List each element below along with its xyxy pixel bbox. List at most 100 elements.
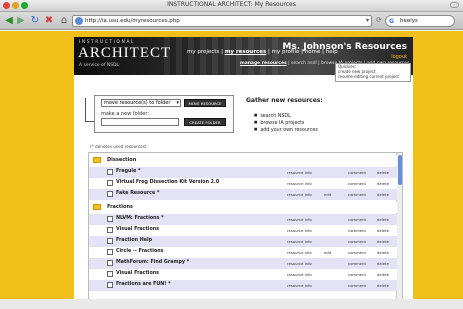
delete-link[interactable]: delete bbox=[377, 250, 389, 255]
folder-row-dissection[interactable]: Dissection bbox=[89, 155, 397, 166]
address-bar[interactable]: http://ia.usu.edu/myresources.php ▾ bbox=[72, 15, 372, 27]
resource-info-link[interactable]: resource info bbox=[287, 228, 312, 233]
resource-info-link[interactable]: resource info bbox=[287, 239, 312, 244]
gather-search-nsdl[interactable]: search NSDL bbox=[254, 113, 318, 120]
table-row: Fregule * resource info comment delete bbox=[89, 167, 397, 178]
delete-link[interactable]: delete bbox=[377, 228, 389, 233]
resource-title[interactable]: Circle -- Fractions bbox=[116, 249, 164, 254]
gather-add-own[interactable]: add your own resources bbox=[254, 127, 318, 134]
site-logo[interactable]: ARCHITECT bbox=[78, 45, 171, 62]
resource-title[interactable]: NLVM: Fractions * bbox=[116, 216, 164, 221]
comment-link[interactable]: comment bbox=[348, 217, 366, 222]
resource-title[interactable]: Fractions are FUN! * bbox=[116, 282, 171, 287]
edit-link[interactable]: edit bbox=[324, 192, 331, 197]
nav-my-projects[interactable]: my projects bbox=[187, 49, 219, 55]
row-checkbox[interactable] bbox=[107, 216, 113, 222]
folder-icon bbox=[93, 157, 101, 163]
edit-link[interactable]: edit bbox=[324, 250, 331, 255]
new-folder-input[interactable] bbox=[101, 118, 179, 126]
home-icon[interactable]: ⌂ bbox=[58, 15, 70, 27]
window-titlebar: INSTRUCTIONAL ARCHITECT: My Resources bbox=[0, 0, 463, 12]
resource-info-link[interactable]: resource info bbox=[287, 181, 312, 186]
delete-link[interactable]: delete bbox=[377, 170, 389, 175]
comment-link[interactable]: comment bbox=[348, 250, 366, 255]
delete-link[interactable]: delete bbox=[377, 239, 389, 244]
delete-link[interactable]: delete bbox=[377, 192, 389, 197]
resource-info-link[interactable]: resource info bbox=[287, 272, 312, 277]
quickies-item-resume[interactable]: resume editing current project bbox=[338, 74, 408, 80]
row-checkbox[interactable] bbox=[107, 238, 113, 244]
resource-info-link[interactable]: resource info bbox=[287, 217, 312, 222]
back-arrow-icon[interactable]: ◀ bbox=[3, 15, 15, 27]
folder-row-fractions[interactable]: Fractions bbox=[89, 202, 397, 213]
comment-link[interactable]: comment bbox=[348, 283, 366, 288]
go-icon[interactable]: ⟳ bbox=[376, 16, 382, 24]
move-folder-select[interactable]: move resource(s) to folder ▾ bbox=[101, 99, 181, 107]
address-text: http://ia.usu.edu/myresources.php bbox=[85, 18, 180, 24]
resource-title[interactable]: Fregule * bbox=[116, 169, 141, 174]
delete-link[interactable]: delete bbox=[377, 217, 389, 222]
page-content: INSTRUCTIONAL ARCHITECT A service of NSD… bbox=[74, 37, 413, 305]
subnav-manage-resources[interactable]: manage resources bbox=[240, 61, 287, 66]
nav-my-resources[interactable]: my resources bbox=[225, 49, 267, 55]
comment-link[interactable]: comment bbox=[348, 261, 366, 266]
table-row: NLVM: Fractions * resource info comment … bbox=[89, 214, 397, 225]
folder-icon bbox=[93, 204, 101, 210]
comment-link[interactable]: comment bbox=[348, 192, 366, 197]
comment-link[interactable]: comment bbox=[348, 272, 366, 277]
resource-info-link[interactable]: resource info bbox=[287, 192, 312, 197]
delete-link[interactable]: delete bbox=[377, 261, 389, 266]
table-row: Circle -- Fractions resource info edit c… bbox=[89, 247, 397, 258]
row-checkbox[interactable] bbox=[107, 249, 113, 255]
move-resource-button[interactable]: MOVE RESOURCE bbox=[184, 99, 226, 107]
reload-icon[interactable]: ↻ bbox=[29, 15, 41, 27]
subnav-search-nsdl[interactable]: search nsdl bbox=[291, 61, 317, 66]
table-row: Fraction Help resource info comment dele… bbox=[89, 236, 397, 247]
delete-link[interactable]: delete bbox=[377, 272, 389, 277]
chevron-down-icon: ▾ bbox=[176, 100, 179, 106]
resource-info-link[interactable]: resource info bbox=[287, 261, 312, 266]
table-row: Visual Fractions resource info comment d… bbox=[89, 269, 397, 280]
stop-icon[interactable]: ✖ bbox=[43, 15, 55, 27]
row-checkbox[interactable] bbox=[107, 260, 113, 266]
row-checkbox[interactable] bbox=[107, 169, 113, 175]
delete-link[interactable]: delete bbox=[377, 283, 389, 288]
gather-list: search NSDL browse IA projects add your … bbox=[254, 113, 318, 134]
comment-link[interactable]: comment bbox=[348, 170, 366, 175]
row-checkbox[interactable] bbox=[107, 180, 113, 186]
comment-link[interactable]: comment bbox=[348, 181, 366, 186]
toolbar-toggle-button[interactable] bbox=[450, 2, 459, 8]
table-row: Fractions are FUN! * resource info comme… bbox=[89, 280, 397, 291]
row-checkbox[interactable] bbox=[107, 191, 113, 197]
resource-info-link[interactable]: resource info bbox=[287, 283, 312, 288]
banner-image bbox=[164, 37, 284, 75]
used-legend: (* denotes used resources) bbox=[90, 144, 147, 149]
resource-info-link[interactable]: resource info bbox=[287, 170, 312, 175]
resource-title[interactable]: Fraction Help bbox=[116, 238, 152, 243]
resource-title[interactable]: MathForum: Find Grampy * bbox=[116, 260, 189, 265]
forward-arrow-icon[interactable]: ▶ bbox=[15, 15, 27, 27]
resource-title[interactable]: Fake Resource * bbox=[116, 191, 159, 196]
create-folder-button[interactable]: CREATE FOLDER bbox=[184, 118, 226, 126]
delete-link[interactable]: delete bbox=[377, 181, 389, 186]
resource-info-link[interactable]: resource info bbox=[287, 250, 312, 255]
comment-link[interactable]: comment bbox=[348, 239, 366, 244]
page-title: Ms. Johnson's Resources bbox=[282, 42, 407, 52]
window-title: INSTRUCTIONAL ARCHITECT: My Resources bbox=[167, 1, 296, 8]
row-checkbox[interactable] bbox=[107, 227, 113, 233]
row-checkbox[interactable] bbox=[107, 282, 113, 288]
search-field[interactable]: G heelys bbox=[385, 15, 455, 27]
scrollbar-thumb[interactable] bbox=[398, 155, 402, 185]
comment-link[interactable]: comment bbox=[348, 228, 366, 233]
resource-title[interactable]: Visual Fractions bbox=[116, 227, 159, 232]
browser-toolbar: ◀ ▶ ↻ ✖ ⌂ http://ia.usu.edu/myresources.… bbox=[0, 12, 463, 30]
row-checkbox[interactable] bbox=[107, 271, 113, 277]
resource-title[interactable]: Virtual Frog Dissection Kit Version 2.0 bbox=[116, 180, 219, 185]
logout-link[interactable]: logout bbox=[391, 54, 407, 60]
table-row: Visual Fractions resource info comment d… bbox=[89, 225, 397, 236]
resource-title[interactable]: Visual Fractions bbox=[116, 271, 159, 276]
logo-subtitle: A service of NSDL bbox=[79, 63, 120, 68]
table-row: Virtual Frog Dissection Kit Version 2.0 … bbox=[89, 178, 397, 189]
gather-browse-projects[interactable]: browse IA projects bbox=[254, 120, 318, 127]
dropdown-arrow-icon[interactable]: ▾ bbox=[366, 16, 369, 26]
